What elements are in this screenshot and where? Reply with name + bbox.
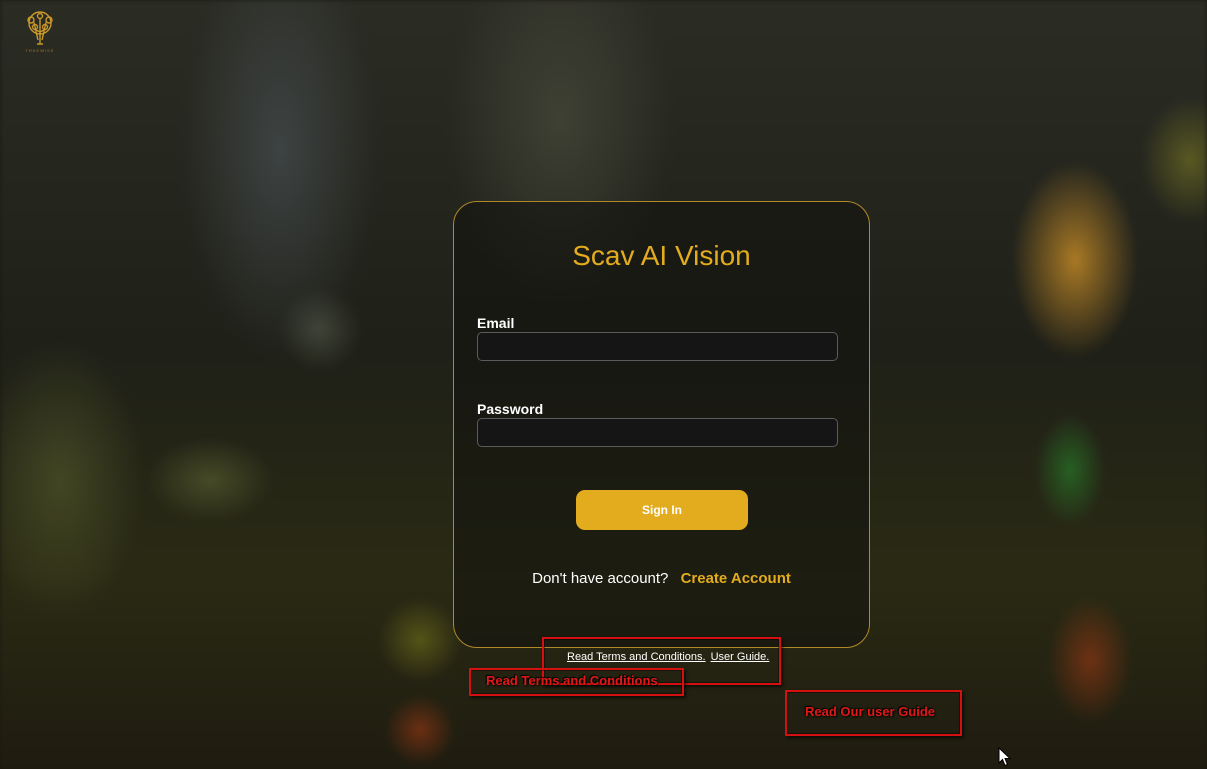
logo-caption: TREEWISE xyxy=(25,48,55,53)
login-card: Scav AI Vision Email Password Sign In Do… xyxy=(453,201,870,648)
email-label: Email xyxy=(477,315,515,331)
signup-question: Don't have account? xyxy=(532,570,669,587)
email-field[interactable] xyxy=(477,332,838,361)
password-label: Password xyxy=(477,401,544,417)
terms-annotation: Read Terms and Conditions xyxy=(486,673,658,688)
mouse-cursor-icon xyxy=(998,747,1012,767)
sign-in-button[interactable]: Sign In xyxy=(576,490,748,530)
page-title: Scav AI Vision xyxy=(572,240,751,271)
signup-row: Don't have account? Create Account xyxy=(454,570,869,587)
guide-annotation: Read Our user Guide xyxy=(805,704,936,719)
create-account-link[interactable]: Create Account xyxy=(681,570,791,587)
password-field[interactable] xyxy=(477,418,838,447)
treewise-logo: TREEWISE xyxy=(22,10,58,54)
